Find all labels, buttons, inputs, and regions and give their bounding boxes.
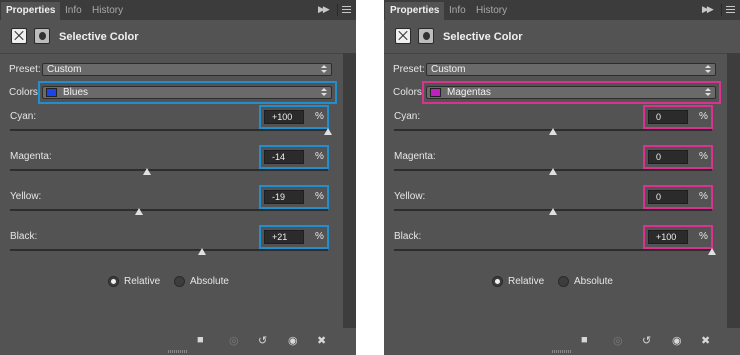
menu-line [726, 9, 735, 10]
arrow-down [705, 70, 711, 73]
arrow-up [705, 65, 711, 68]
colors-highlight [38, 81, 337, 104]
radio-relative-label[interactable]: Relative [124, 276, 160, 287]
preset-value: Custom [431, 64, 466, 75]
value-highlight [259, 185, 329, 209]
slider-thumb[interactable] [549, 128, 557, 135]
slider-track [10, 169, 328, 171]
preset-dropdown[interactable]: Custom [42, 63, 332, 76]
panel-menu-icon[interactable] [720, 3, 736, 17]
slider-thumb[interactable] [324, 128, 332, 135]
slider-thumb[interactable] [198, 248, 206, 255]
value-highlight [643, 105, 713, 129]
reset-icon[interactable]: ↺ [642, 334, 651, 347]
resize-grip[interactable] [168, 350, 188, 353]
tab-properties[interactable]: Properties [385, 2, 445, 20]
view-previous-icon[interactable]: ◎ [613, 334, 623, 347]
radio-absolute[interactable] [558, 276, 569, 287]
menu-line [342, 9, 351, 10]
menu-line [342, 12, 351, 13]
colors-highlight [422, 81, 721, 104]
menu-line [726, 6, 735, 7]
vertical-scrollbar[interactable] [343, 53, 356, 335]
slider-label: Cyan: [394, 111, 421, 122]
value-highlight [259, 225, 329, 249]
reset-icon[interactable]: ↺ [258, 334, 267, 347]
colors-label: Colors: [9, 87, 41, 98]
clip-to-layer-icon[interactable]: ■ [581, 334, 588, 346]
adjustment-layer-icon [11, 28, 27, 44]
panel-menu-icon[interactable] [336, 3, 352, 17]
radio-relative[interactable] [108, 276, 119, 287]
properties-panel-right: Properties Info History ▶▶ Selective Color Pr… [384, 0, 740, 355]
tab-properties[interactable]: Properties [1, 2, 61, 20]
radio-relative[interactable] [492, 276, 503, 287]
mask-icon[interactable] [34, 28, 50, 44]
value-highlight [259, 145, 329, 169]
menu-separator [337, 4, 338, 16]
eye-icon[interactable]: ◉ [672, 334, 682, 347]
slider-track [10, 129, 328, 131]
mask-icon[interactable] [418, 28, 434, 44]
fast-forward-icon[interactable]: ▶▶ [702, 4, 714, 15]
radio-relative-label[interactable]: Relative [508, 276, 544, 287]
radio-absolute[interactable] [174, 276, 185, 287]
tab-history[interactable]: History [87, 2, 128, 20]
eye-icon[interactable]: ◉ [288, 334, 298, 347]
slider-label: Black: [394, 231, 422, 242]
trash-icon[interactable]: ✖ [701, 334, 710, 347]
menu-line [342, 6, 351, 7]
colors-label: Colors: [393, 87, 425, 98]
value-highlight [643, 145, 713, 169]
slider-label: Yellow: [394, 191, 426, 202]
radio-absolute-label[interactable]: Absolute [574, 276, 613, 287]
trash-icon[interactable]: ✖ [317, 334, 326, 347]
slider-thumb[interactable] [143, 168, 151, 175]
arrow-up [321, 65, 327, 68]
header-divider [0, 53, 343, 54]
vertical-scrollbar[interactable] [727, 53, 740, 335]
slider-label: Cyan: [10, 111, 37, 122]
value-highlight [643, 225, 713, 249]
preset-dropdown[interactable]: Custom [426, 63, 716, 76]
tab-bar: Properties Info History ▶▶ [0, 0, 356, 20]
slider-track [10, 249, 328, 251]
preset-label: Preset: [393, 64, 425, 75]
adjustment-layer-icon [395, 28, 411, 44]
tab-bar: Properties Info History ▶▶ [384, 0, 740, 20]
clip-to-layer-icon[interactable]: ■ [197, 334, 204, 346]
slider-thumb[interactable] [708, 248, 716, 255]
slider-thumb[interactable] [549, 168, 557, 175]
slider-track [394, 249, 712, 251]
radio-absolute-label[interactable]: Absolute [190, 276, 229, 287]
arrow-down [321, 70, 327, 73]
chevron-updown-icon [321, 64, 328, 75]
slider-thumb[interactable] [549, 208, 557, 215]
tab-history[interactable]: History [471, 2, 512, 20]
menu-separator [721, 4, 722, 16]
slider-thumb[interactable] [135, 208, 143, 215]
value-highlight [643, 185, 713, 209]
slider-label: Yellow: [10, 191, 42, 202]
menu-line [726, 12, 735, 13]
preset-value: Custom [47, 64, 82, 75]
slider-label: Magenta: [394, 151, 436, 162]
resize-grip[interactable] [552, 350, 572, 353]
tab-info[interactable]: Info [444, 2, 471, 20]
properties-panel-left: Properties Info History ▶▶ Selective Color Pr… [0, 0, 356, 355]
value-highlight [259, 105, 329, 129]
view-previous-icon[interactable]: ◎ [229, 334, 239, 347]
chevron-updown-icon [705, 64, 712, 75]
panel-title: Selective Color [443, 31, 523, 43]
fast-forward-icon[interactable]: ▶▶ [318, 4, 330, 15]
panel-title: Selective Color [59, 31, 139, 43]
preset-label: Preset: [9, 64, 41, 75]
header-divider [384, 53, 727, 54]
tab-info[interactable]: Info [60, 2, 87, 20]
slider-label: Black: [10, 231, 38, 242]
slider-label: Magenta: [10, 151, 52, 162]
slider-track [10, 209, 328, 211]
